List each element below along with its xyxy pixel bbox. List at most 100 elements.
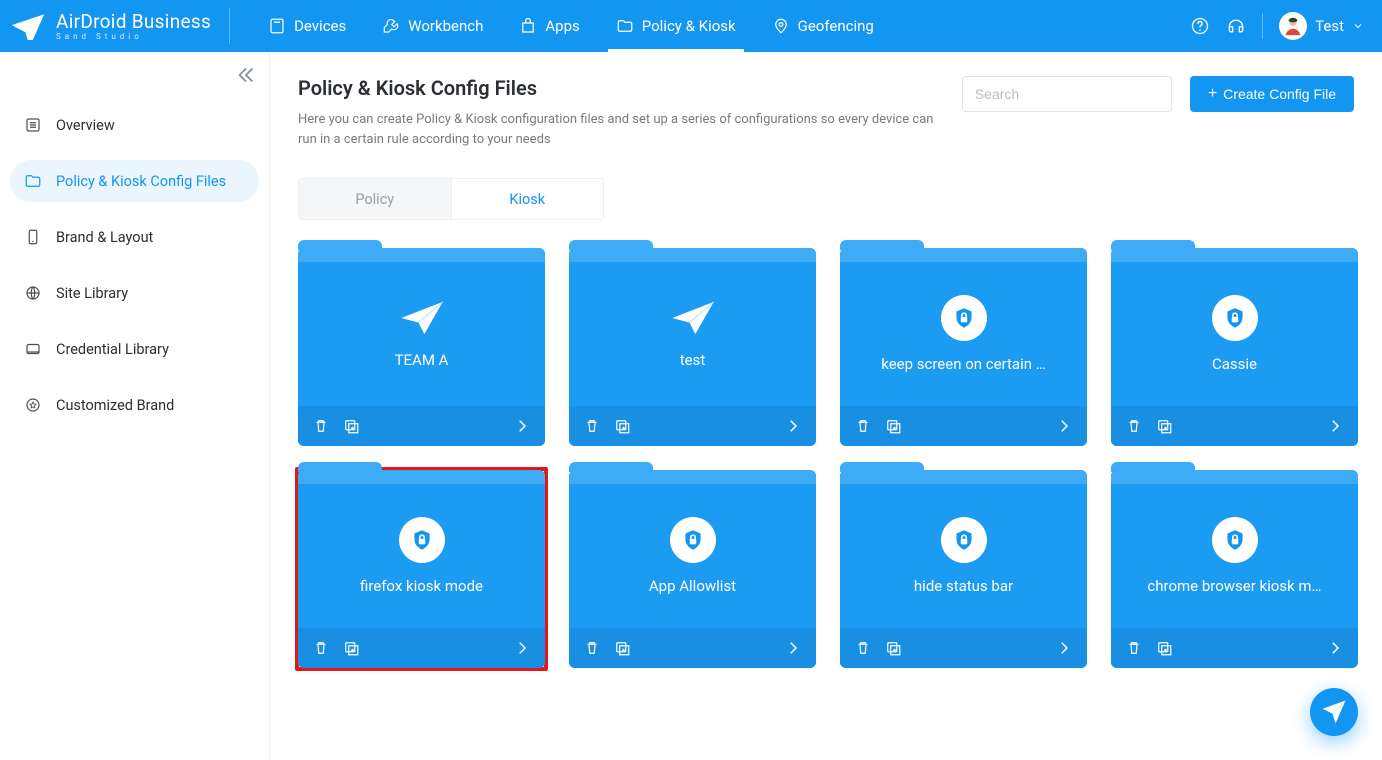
trash-icon xyxy=(312,417,330,435)
fab-send[interactable] xyxy=(1310,688,1358,736)
nav-policy-kiosk-label: Policy & Kiosk xyxy=(642,17,736,35)
support-button[interactable] xyxy=(1226,16,1246,36)
sidebar-item-credential-library[interactable]: Credential Library xyxy=(10,328,259,370)
create-config-button[interactable]: + Create Config File xyxy=(1190,76,1354,112)
chevron-right-icon xyxy=(784,417,802,435)
nav-apps[interactable]: Apps xyxy=(501,0,597,52)
open-button[interactable] xyxy=(513,417,531,435)
card-body: test xyxy=(569,248,816,446)
copy-plus-icon xyxy=(342,639,360,657)
delete-button[interactable] xyxy=(583,639,601,657)
copy-plus-icon xyxy=(1155,417,1173,435)
delete-button[interactable] xyxy=(1125,417,1143,435)
user-menu[interactable]: Test xyxy=(1279,12,1364,40)
help-icon xyxy=(1190,16,1210,36)
card-icon xyxy=(941,517,987,563)
card-footer xyxy=(1111,406,1358,446)
open-button[interactable] xyxy=(784,639,802,657)
lock-icon xyxy=(680,527,706,553)
open-button[interactable] xyxy=(513,639,531,657)
nav-apps-label: Apps xyxy=(545,17,579,35)
tab-kiosk[interactable]: Kiosk xyxy=(451,179,604,219)
chevron-right-icon xyxy=(784,639,802,657)
chevron-right-icon xyxy=(1326,417,1344,435)
card-name: chrome browser kiosk m… xyxy=(1147,577,1321,595)
config-card[interactable]: hide status bar xyxy=(840,470,1087,668)
sidebar-item-label: Credential Library xyxy=(56,341,169,358)
delete-button[interactable] xyxy=(312,639,330,657)
nav-geofencing[interactable]: Geofencing xyxy=(754,0,892,52)
config-card[interactable]: firefox kiosk mode xyxy=(298,470,545,668)
copy-plus-icon xyxy=(1155,639,1173,657)
phone-icon xyxy=(24,228,42,246)
apps-icon xyxy=(519,17,537,35)
sidebar-item-site-library[interactable]: Site Library xyxy=(10,272,259,314)
copy-plus-icon xyxy=(884,417,902,435)
copy-button[interactable] xyxy=(1155,639,1173,657)
card-center: keep screen on certain … xyxy=(840,248,1087,406)
divider xyxy=(1262,13,1263,39)
card-center: chrome browser kiosk m… xyxy=(1111,470,1358,628)
collapse-sidebar-button[interactable] xyxy=(235,64,257,86)
copy-button[interactable] xyxy=(613,639,631,657)
copy-plus-icon xyxy=(342,417,360,435)
sidebar-item-overview[interactable]: Overview xyxy=(10,104,259,146)
copy-button[interactable] xyxy=(342,639,360,657)
config-card[interactable]: chrome browser kiosk m… xyxy=(1111,470,1358,668)
wrench-icon xyxy=(382,17,400,35)
trash-icon xyxy=(583,639,601,657)
card-center: test xyxy=(569,248,816,406)
search-input[interactable] xyxy=(962,76,1172,112)
plane-icon xyxy=(399,299,445,337)
copy-button[interactable] xyxy=(342,417,360,435)
copy-plus-icon xyxy=(613,417,631,435)
copy-button[interactable] xyxy=(884,417,902,435)
copy-button[interactable] xyxy=(613,417,631,435)
trash-icon xyxy=(312,639,330,657)
nav-devices[interactable]: Devices xyxy=(250,0,364,52)
delete-button[interactable] xyxy=(854,417,872,435)
copy-button[interactable] xyxy=(884,639,902,657)
config-card[interactable]: Cassie xyxy=(1111,248,1358,446)
sidebar-item-customized-brand[interactable]: Customized Brand xyxy=(10,384,259,426)
delete-button[interactable] xyxy=(854,639,872,657)
tab-kiosk-label: Kiosk xyxy=(509,191,545,208)
brand-logo[interactable]: AirDroid Business Sand Studio xyxy=(10,8,230,44)
headset-icon xyxy=(1226,16,1246,36)
sidebar-item-policy-kiosk-config[interactable]: Policy & Kiosk Config Files xyxy=(10,160,259,202)
plane-icon xyxy=(670,299,716,337)
open-button[interactable] xyxy=(1055,417,1073,435)
config-card[interactable]: App Allowlist xyxy=(569,470,816,668)
user-name: Test xyxy=(1315,17,1344,35)
open-button[interactable] xyxy=(1326,639,1344,657)
config-grid: TEAM Atestkeep screen on certain …Cassie… xyxy=(298,248,1354,668)
copy-button[interactable] xyxy=(1155,417,1173,435)
config-card[interactable]: TEAM A xyxy=(298,248,545,446)
nav-policy-kiosk[interactable]: Policy & Kiosk xyxy=(598,0,754,52)
card-name: TEAM A xyxy=(395,351,449,369)
lock-icon xyxy=(951,527,977,553)
sidebar-item-brand-layout[interactable]: Brand & Layout xyxy=(10,216,259,258)
card-body: keep screen on certain … xyxy=(840,248,1087,446)
delete-button[interactable] xyxy=(1125,639,1143,657)
tab-policy[interactable]: Policy xyxy=(299,179,451,219)
help-button[interactable] xyxy=(1190,16,1210,36)
card-footer xyxy=(569,406,816,446)
config-card[interactable]: keep screen on certain … xyxy=(840,248,1087,446)
card-body: firefox kiosk mode xyxy=(298,470,545,668)
main-nav: Devices Workbench Apps Policy & Kiosk Ge… xyxy=(250,0,892,52)
card-center: firefox kiosk mode xyxy=(298,470,545,628)
open-button[interactable] xyxy=(1055,639,1073,657)
star-burst-icon xyxy=(24,396,42,414)
delete-button[interactable] xyxy=(312,417,330,435)
card-icon xyxy=(941,295,987,341)
card-footer xyxy=(569,628,816,668)
config-card[interactable]: test xyxy=(569,248,816,446)
card-footer xyxy=(298,406,545,446)
chevron-down-icon xyxy=(1352,20,1364,32)
open-button[interactable] xyxy=(1326,417,1344,435)
open-button[interactable] xyxy=(784,417,802,435)
card-body: App Allowlist xyxy=(569,470,816,668)
delete-button[interactable] xyxy=(583,417,601,435)
nav-workbench[interactable]: Workbench xyxy=(364,0,501,52)
